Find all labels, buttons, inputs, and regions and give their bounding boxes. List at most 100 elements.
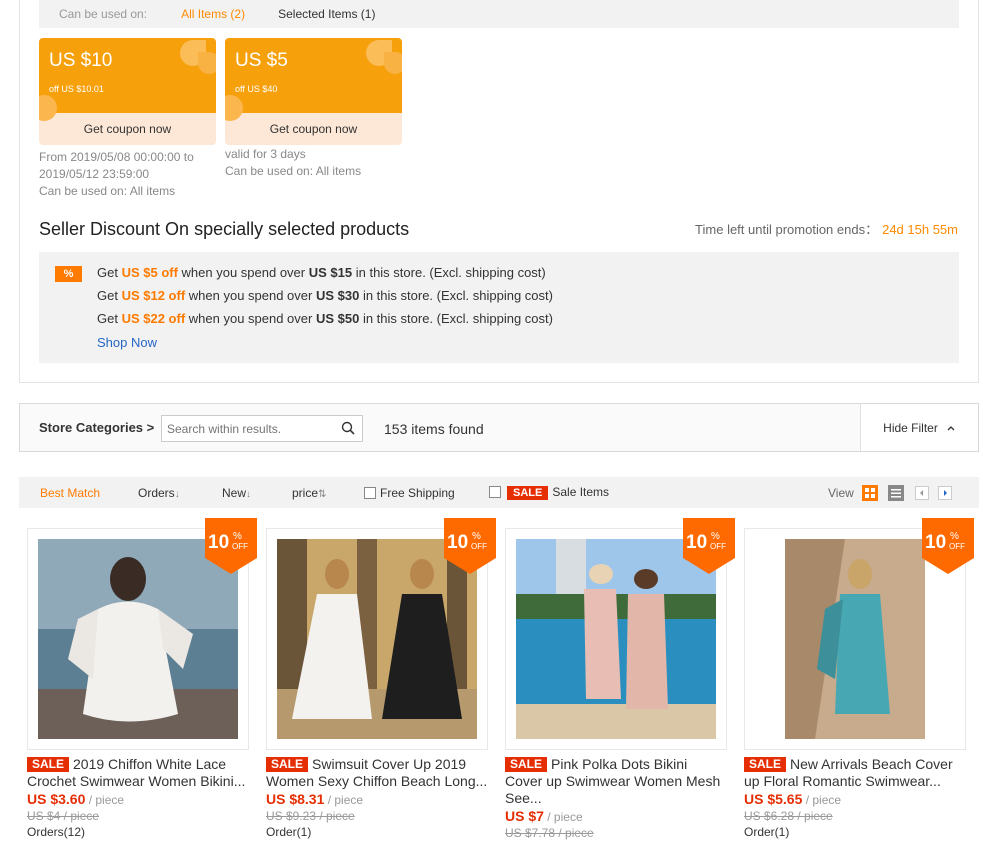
svg-text:10: 10	[686, 532, 707, 553]
coupon-validity: valid for 3 days	[225, 147, 306, 161]
results-count: 153 items found	[384, 421, 484, 437]
discount-rule: Get US $22 off when you spend over US $5…	[97, 311, 553, 326]
get-coupon-button[interactable]: Get coupon now	[225, 113, 402, 145]
svg-text:OFF: OFF	[949, 542, 965, 551]
svg-text:%: %	[472, 531, 481, 542]
sort-bar: Best Match Orders↓ New↓ price⇅ Free Ship…	[19, 477, 979, 508]
product-title-link[interactable]: SALE Swimsuit Cover Up 2019 Women Sexy Ch…	[266, 756, 488, 790]
grid-view-icon[interactable]	[862, 485, 878, 501]
coupon-validity: From 2019/05/08 00:00:00 to	[39, 150, 194, 164]
coupon-meta: From 2019/05/08 00:00:00 to 2019/05/12 2…	[39, 149, 194, 200]
coupon-card: US $10 off US $10.01 Get coupon now	[39, 38, 216, 145]
store-categories-link[interactable]: Store Categories >	[39, 420, 154, 435]
svg-text:%: %	[950, 531, 959, 542]
free-shipping-checkbox[interactable]	[364, 487, 376, 499]
product-price: US $8.31 / piece	[266, 791, 364, 807]
coupon-amount: US $5	[235, 50, 288, 71]
orders-count: Order(1)	[744, 825, 790, 839]
view-label: View	[828, 486, 854, 500]
sale-items-filter[interactable]: SALE Sale Items	[489, 485, 609, 500]
product-image-frame[interactable]: 10% OFF	[505, 518, 735, 750]
product-title-link[interactable]: SALE 2019 Chiffon White Lace Crochet Swim…	[27, 756, 249, 790]
coupon-condition: off US $10.01	[49, 84, 104, 94]
coupon-condition: off US $40	[235, 84, 278, 94]
original-price: US $4 / piece	[27, 809, 100, 823]
chevron-up-icon	[947, 425, 955, 430]
sale-badge: SALE	[507, 486, 549, 500]
orders-count: Orders(12)	[27, 825, 86, 839]
all-items-link[interactable]: All Items (2)	[181, 7, 245, 21]
svg-text:OFF: OFF	[232, 542, 248, 551]
search-box	[161, 415, 363, 442]
shop-now-link[interactable]: Shop Now	[97, 335, 157, 350]
orders-count: Order(1)	[266, 825, 312, 839]
sort-orders[interactable]: Orders↓	[138, 486, 180, 500]
coupon-card: US $5 off US $40 Get coupon now	[225, 38, 402, 145]
list-view-icon[interactable]	[888, 485, 904, 501]
coupon-meta: valid for 3 days Can be used on: All ite…	[225, 146, 361, 180]
timer-label: Time left until promotion ends：	[695, 222, 879, 237]
sort-best-match[interactable]: Best Match	[40, 486, 100, 500]
discount-title: Seller Discount On specially selected pr…	[39, 219, 410, 239]
coupon-decoration	[198, 52, 216, 74]
prev-page-icon[interactable]	[915, 486, 929, 500]
coupon-amount: US $10	[49, 50, 113, 71]
search-input[interactable]	[162, 416, 332, 441]
product-image-frame[interactable]: 10% OFF	[27, 518, 257, 750]
product-image-frame[interactable]: 10% OFF	[744, 518, 974, 750]
product-price: US $3.60 / piece	[27, 791, 125, 807]
sale-badge: SALE	[27, 757, 70, 772]
svg-text:OFF: OFF	[471, 542, 487, 551]
discount-box: % Get US $5 off when you spend over US $…	[39, 252, 959, 363]
store-search-bar: Store Categories > 153 items found Hide …	[19, 403, 979, 452]
sort-updown-icon: ⇅	[318, 489, 327, 500]
product-title-link[interactable]: SALE New Arrivals Beach Cover up Floral R…	[744, 756, 966, 790]
usage-filter-bar: Can be used on: All Items (2) Selected I…	[39, 0, 959, 28]
product-card[interactable]: 10% OFF SALE Swimsuit Cover Up 2019 Women …	[266, 518, 496, 839]
discount-badge-icon: 10 %OFF	[683, 518, 735, 574]
product-card[interactable]: 10% OFF SALE 2019 Chiffon White Lace Croch…	[27, 518, 257, 839]
original-price: US $7.78 / piece	[505, 826, 594, 840]
get-coupon-button[interactable]: Get coupon now	[39, 113, 216, 145]
selected-items-link[interactable]: Selected Items (1)	[278, 7, 375, 21]
product-price: US $7 / piece	[505, 808, 583, 824]
hide-filter-label: Hide Filter	[883, 420, 938, 435]
timer-value: 24d 15h 55m	[882, 222, 958, 237]
sort-arrow-icon: ↓	[246, 489, 252, 500]
free-shipping-filter[interactable]: Free Shipping	[364, 486, 455, 500]
product-card[interactable]: 10% OFF SALE Pink Polka Dots Bikini Cover …	[505, 518, 735, 840]
sale-items-checkbox[interactable]	[489, 486, 501, 498]
product-image-frame[interactable]: 10% OFF	[266, 518, 496, 750]
discount-badge-icon: 10 %OFF	[444, 518, 496, 574]
product-card[interactable]: 10% OFF SALE New Arrivals Beach Cover up F…	[744, 518, 974, 839]
original-price: US $6.28 / piece	[744, 809, 833, 823]
discount-rule: Get US $12 off when you spend over US $3…	[97, 288, 553, 303]
discount-badge-icon: 10 %OFF	[205, 518, 257, 574]
sale-badge: SALE	[744, 757, 787, 772]
sale-badge: SALE	[505, 757, 548, 772]
coupon-scope: Can be used on: All items	[225, 164, 362, 178]
discount-rule: Get US $5 off when you spend over US $15…	[97, 265, 546, 280]
discount-percent-icon: %	[55, 266, 82, 282]
svg-text:%: %	[711, 531, 720, 542]
next-page-icon[interactable]	[938, 486, 952, 500]
svg-text:OFF: OFF	[710, 542, 726, 551]
sale-badge: SALE	[266, 757, 309, 772]
hide-filter-button[interactable]: Hide Filter	[860, 404, 978, 451]
coupon-scope: Can be used on: All items	[39, 184, 176, 198]
svg-text:10: 10	[925, 532, 946, 553]
original-price: US $9.23 / piece	[266, 809, 355, 823]
discount-badge-icon: 10 %OFF	[922, 518, 974, 574]
product-title-link[interactable]: SALE Pink Polka Dots Bikini Cover up Swim…	[505, 756, 727, 807]
product-price: US $5.65 / piece	[744, 791, 842, 807]
svg-text:10: 10	[447, 532, 468, 553]
sort-price[interactable]: price⇅	[292, 486, 326, 500]
sort-new[interactable]: New↓	[222, 486, 251, 500]
coupon-validity: 2019/05/12 23:59:00	[39, 167, 150, 181]
svg-text:%: %	[233, 531, 242, 542]
coupon-face: US $5 off US $40	[225, 38, 402, 121]
coupon-face: US $10 off US $10.01	[39, 38, 216, 121]
usage-label: Can be used on:	[59, 7, 148, 21]
search-icon[interactable]	[341, 421, 355, 435]
svg-text:10: 10	[208, 532, 229, 553]
